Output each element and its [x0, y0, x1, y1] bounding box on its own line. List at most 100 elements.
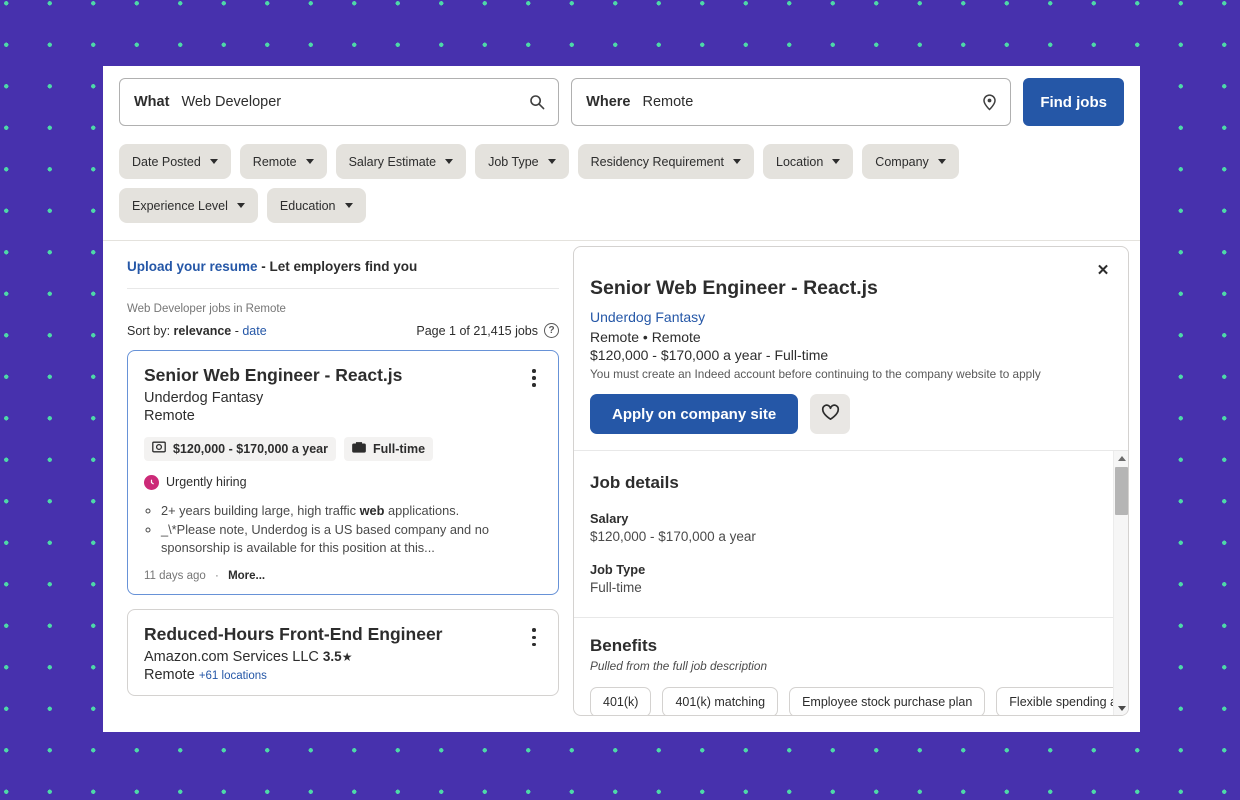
salary-field-label: Salary [590, 511, 629, 527]
heart-icon [821, 404, 840, 424]
job-location: Remote [144, 407, 195, 424]
detail-job-title: Senior Web Engineer - React.js [590, 277, 878, 299]
filter-pill-label: Job Type [488, 154, 539, 169]
filter-pill-remote[interactable]: Remote [239, 144, 327, 179]
benefits-subtext: Pulled from the full job description [590, 659, 768, 674]
job-more-link[interactable]: More... [228, 570, 265, 582]
job-search-app-card: What Where Find jobs Date Posted Remote Sa… [103, 66, 1140, 732]
where-field-wrapper[interactable]: Where [571, 78, 1012, 126]
benefits-heading: Benefits [590, 636, 658, 656]
salary-badge-label: $120,000 - $170,000 a year [173, 441, 328, 456]
job-snippet-item: 2+ years building large, high traffic we… [161, 502, 542, 520]
search-icon [528, 93, 546, 111]
chevron-down-icon [209, 159, 218, 164]
job-type-field-value: Full-time [590, 580, 642, 596]
what-label: What [134, 94, 170, 110]
snippet-highlight: web [359, 502, 385, 518]
briefcase-icon [352, 441, 366, 456]
salary-field-value: $120,000 - $170,000 a year [590, 529, 756, 545]
results-body: Upload your resume - Let employers find … [103, 241, 1140, 732]
sort-separator: - [231, 323, 243, 338]
page-count-label: Page 1 of 21,415 jobs [416, 323, 538, 338]
filter-pill-experience-level[interactable]: Experience Level [119, 188, 258, 223]
kebab-menu-icon[interactable] [523, 365, 545, 391]
job-title[interactable]: Senior Web Engineer - React.js [144, 365, 542, 387]
chevron-down-icon [937, 159, 946, 164]
filter-pill-label: Education [279, 198, 336, 213]
scroll-up-arrow-icon[interactable] [1114, 451, 1128, 465]
job-detail-content: Job details Salary $120,000 - $170,000 a… [574, 451, 1128, 715]
chevron-down-icon [445, 159, 454, 164]
filter-pill-label: Remote [252, 154, 297, 169]
filter-pill-label: Residency Requirement [590, 154, 725, 169]
star-icon: ★ [341, 650, 353, 665]
benefit-chip: 401(k) matching [662, 687, 779, 715]
job-detail-header: ✕ Senior Web Engineer - React.js Underdo… [574, 247, 1128, 452]
filter-pill-education[interactable]: Education [266, 188, 366, 223]
chevron-down-icon [832, 159, 841, 164]
job-type-badge: Full-time [344, 436, 434, 461]
location-pin-icon [980, 93, 998, 111]
urgently-hiring-row: Urgently hiring [144, 474, 542, 490]
find-jobs-button[interactable]: Find jobs [1023, 78, 1124, 126]
where-input[interactable] [630, 94, 981, 110]
filter-pill-job-type[interactable]: Job Type [475, 144, 569, 179]
clock-icon [144, 474, 159, 490]
upload-resume-link[interactable]: Upload your resume [127, 259, 258, 274]
scrollbar-thumb[interactable] [1115, 467, 1128, 516]
where-label: Where [586, 94, 631, 110]
job-detail-panel: ✕ Senior Web Engineer - React.js Underdo… [573, 246, 1129, 716]
job-company: Underdog Fantasy [144, 389, 264, 406]
filter-pill-label: Experience Level [132, 198, 228, 213]
job-snippet-list: 2+ years building large, high traffic we… [144, 502, 542, 557]
more-locations-link[interactable]: +61 locations [199, 670, 267, 682]
job-type-field-label: Job Type [590, 562, 646, 578]
sort-relevance-option[interactable]: relevance [174, 324, 232, 338]
filter-pill-company[interactable]: Company [862, 144, 959, 179]
save-job-button[interactable] [810, 394, 851, 435]
detail-vertical-scrollbar[interactable] [1113, 451, 1128, 715]
sort-date-option[interactable]: date [242, 324, 266, 338]
filter-pill-location[interactable]: Location [763, 144, 854, 179]
urgently-hiring-label: Urgently hiring [166, 475, 247, 490]
chevron-down-icon [305, 159, 314, 164]
page-background: { "theme": { "page_bg": "#4731ad", "dot_… [0, 0, 1240, 800]
filter-pill-label: Location [776, 154, 824, 169]
page-count-info: Page 1 of 21,415 jobs ? [416, 323, 559, 338]
job-results-column: Upload your resume - Let employers find … [111, 241, 559, 732]
job-detail-scroll-area: Job details Salary $120,000 - $170,000 a… [574, 451, 1128, 715]
upload-resume-subtext: - Let employers find you [257, 259, 418, 274]
benefit-chip: 401(k) [590, 687, 652, 715]
benefit-chip-row: 401(k) 401(k) matching Employee stock purc… [590, 687, 1128, 715]
what-input[interactable] [169, 94, 529, 110]
chevron-down-icon [236, 203, 245, 208]
detail-action-row: Apply on company site [590, 394, 1104, 435]
sort-by-label: Sort by: [127, 323, 174, 338]
filter-pill-salary-estimate[interactable]: Salary Estimate [335, 144, 467, 179]
job-location: Remote +61 locations [144, 667, 542, 683]
detail-company-link[interactable]: Underdog Fantasy [590, 309, 705, 325]
job-type-badge-label: Full-time [373, 441, 426, 456]
job-title[interactable]: Reduced-Hours Front-End Engineer [144, 624, 542, 646]
kebab-menu-icon[interactable] [523, 624, 545, 650]
filter-pill-label: Company [875, 154, 929, 169]
job-card-senior-web-engineer[interactable]: Senior Web Engineer - React.js Underdog … [127, 350, 559, 596]
job-card-reduced-hours-front-end-engineer[interactable]: Reduced-Hours Front-End Engineer Amazon.… [127, 609, 559, 697]
job-details-heading: Job details [590, 473, 679, 493]
help-icon[interactable]: ? [544, 323, 559, 338]
money-icon [152, 441, 166, 456]
filter-pill-residency-requirement[interactable]: Residency Requirement [577, 144, 755, 179]
apply-on-company-site-button[interactable]: Apply on company site [590, 394, 799, 435]
what-field-wrapper[interactable]: What [119, 78, 560, 126]
meta-separator: · [215, 570, 219, 583]
sort-controls: Sort by: relevance - date [127, 324, 267, 338]
sort-and-page-row: Sort by: relevance - date Page 1 of 21,4… [127, 323, 559, 350]
scroll-down-arrow-icon[interactable] [1114, 701, 1128, 715]
close-icon[interactable]: ✕ [1092, 259, 1114, 281]
detail-account-note: You must create an Indeed account before… [590, 367, 1041, 382]
detail-location-line: Remote • Remote [590, 329, 701, 346]
job-location-name: Remote [144, 667, 195, 684]
job-attribute-badges: $120,000 - $170,000 a year Full-time [144, 436, 542, 461]
filter-pill-date-posted[interactable]: Date Posted [119, 144, 231, 179]
job-snippet-item: _\*Please note, Underdog is a US based c… [161, 521, 542, 557]
